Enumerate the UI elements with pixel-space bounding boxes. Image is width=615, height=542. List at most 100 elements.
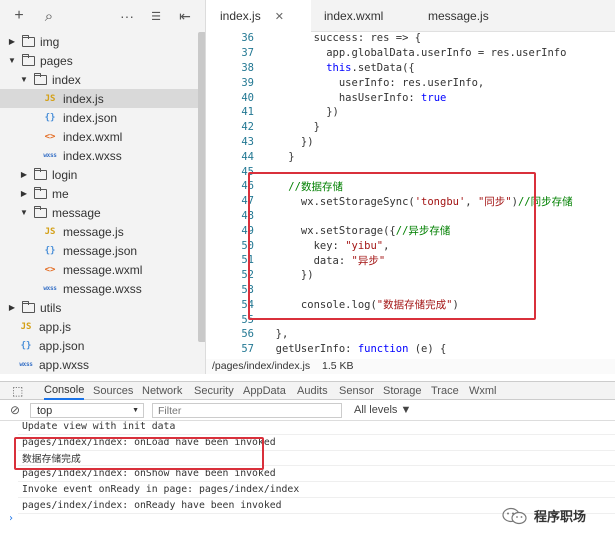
code-line: 47 wx.setStorageSync('tongbu', "同步")//同步… bbox=[206, 194, 572, 209]
line-number: 57 bbox=[241, 343, 254, 356]
tree-item-app-js[interactable]: JS app.js bbox=[0, 317, 198, 336]
devtools-tab-appdata[interactable]: AppData bbox=[243, 382, 286, 400]
code-text: success: res => { bbox=[263, 32, 421, 44]
devtools-tab-console[interactable]: Console bbox=[44, 382, 85, 400]
tree-item-utils[interactable]: ▶ utils bbox=[0, 298, 198, 317]
line-number: 46 bbox=[241, 180, 254, 193]
tree-item-index-wxml[interactable]: <> index.wxml bbox=[0, 127, 198, 146]
search-icon[interactable]: ⌕ bbox=[40, 7, 58, 25]
tree-item-img[interactable]: ▶ img bbox=[0, 32, 198, 51]
devtools-tab-sensor[interactable]: Sensor bbox=[339, 382, 374, 400]
console-filter-bar: ⊘ top ▼ All levels ▼ bbox=[0, 401, 615, 421]
file-size: 1.5 KB bbox=[322, 360, 354, 372]
line-number: 40 bbox=[241, 91, 254, 104]
tree-item-app-wxss[interactable]: wxss app.wxss bbox=[0, 355, 198, 374]
tree-item-login[interactable]: ▶ login bbox=[0, 165, 198, 184]
clear-console-icon[interactable]: ⊘ bbox=[10, 403, 20, 417]
tree-item-index-json[interactable]: {} index.json bbox=[0, 108, 198, 127]
context-select[interactable]: top ▼ bbox=[30, 403, 144, 418]
tree-item-message-js[interactable]: JS message.js bbox=[0, 222, 198, 241]
caret-right-icon[interactable]: ▶ bbox=[6, 303, 18, 312]
log-levels-select[interactable]: All levels ▼ bbox=[354, 404, 411, 416]
devtools-tab-security[interactable]: Security bbox=[194, 382, 234, 400]
code-text: hasUserInfo: true bbox=[263, 92, 447, 104]
tree-item-label: login bbox=[52, 167, 78, 182]
code-text: }) bbox=[263, 136, 314, 148]
code-token: app.globalData.userInfo = res.userInfo bbox=[263, 47, 567, 60]
console-filter-input[interactable] bbox=[152, 403, 342, 418]
tab-index-js[interactable]: index.js ✕ bbox=[206, 0, 311, 32]
add-icon[interactable]: + bbox=[10, 7, 28, 25]
tree-item-message[interactable]: ▼ message bbox=[0, 203, 198, 222]
caret-right-icon[interactable]: ▶ bbox=[18, 170, 30, 179]
tree-item-label: pages bbox=[40, 53, 73, 68]
tree-item-label: message.js bbox=[63, 224, 124, 239]
line-number: 45 bbox=[241, 165, 254, 178]
tree-item-app-json[interactable]: {} app.json bbox=[0, 336, 198, 355]
close-icon[interactable]: ✕ bbox=[275, 10, 284, 23]
code-token: }) bbox=[263, 106, 339, 119]
tree-item-me[interactable]: ▶ me bbox=[0, 184, 198, 203]
tab-label: index.wxml bbox=[324, 9, 384, 23]
tree-item-label: message bbox=[52, 205, 101, 220]
line-number: 49 bbox=[241, 224, 254, 237]
devtools-tab-network[interactable]: Network bbox=[142, 382, 182, 400]
tree-item-message-json[interactable]: {} message.json bbox=[0, 241, 198, 260]
inspect-icon[interactable]: ⬚ bbox=[12, 382, 23, 400]
code-line: 55 bbox=[206, 312, 254, 327]
devtools-tab-trace[interactable]: Trace bbox=[431, 382, 459, 400]
line-number: 50 bbox=[241, 239, 254, 252]
sidebar-scrollbar[interactable] bbox=[198, 32, 205, 342]
tree-item-label: index.wxss bbox=[63, 148, 122, 163]
code-line: 44 } bbox=[206, 149, 294, 164]
code-line: 39 userInfo: res.userInfo, bbox=[206, 75, 484, 90]
collapse-icon[interactable]: ⇤ bbox=[176, 7, 194, 25]
tree-item-index-js[interactable]: JS index.js bbox=[0, 89, 198, 108]
tree-item-message-wxml[interactable]: <> message.wxml bbox=[0, 260, 198, 279]
devtools-tab-sources[interactable]: Sources bbox=[93, 382, 133, 400]
folder-icon bbox=[34, 167, 47, 180]
folder-icon bbox=[34, 205, 47, 218]
caret-right-icon[interactable]: ▶ bbox=[6, 37, 18, 46]
devtools-tab-storage[interactable]: Storage bbox=[383, 382, 422, 400]
line-number: 55 bbox=[241, 313, 254, 326]
folder-icon bbox=[22, 300, 35, 313]
code-token: getUserInfo: bbox=[263, 343, 358, 356]
code-text: }) bbox=[263, 106, 339, 118]
tree-item-label: message.wxss bbox=[63, 281, 142, 296]
line-number: 47 bbox=[241, 195, 254, 208]
console-prompt[interactable]: › bbox=[8, 511, 14, 526]
devtools-tabs: ⬚ Console Sources Network Security AppData Au… bbox=[0, 381, 615, 400]
tab-index-wxml[interactable]: index.wxml bbox=[324, 0, 424, 32]
file-type-icon: wxss bbox=[19, 361, 33, 368]
file-type-icon: wxss bbox=[43, 152, 57, 159]
sort-icon[interactable]: ☰ bbox=[147, 7, 165, 25]
tree-item-index[interactable]: ▼ index bbox=[0, 70, 198, 89]
watermark-text: 程序职场 bbox=[534, 509, 587, 524]
code-line: 43 }) bbox=[206, 135, 313, 150]
line-number: 48 bbox=[241, 209, 254, 222]
chevron-down-icon: ▼ bbox=[132, 407, 139, 414]
tree-item-index-wxss[interactable]: wxss index.wxss bbox=[0, 146, 198, 165]
caret-right-icon[interactable]: ▶ bbox=[18, 189, 30, 198]
caret-down-icon[interactable]: ▼ bbox=[6, 56, 18, 65]
devtools-tab-audits[interactable]: Audits bbox=[297, 382, 328, 400]
line-number: 53 bbox=[241, 283, 254, 296]
code-token: .setData({ bbox=[351, 61, 415, 74]
line-number: 52 bbox=[241, 269, 254, 282]
tree-item-message-wxss[interactable]: wxss message.wxss bbox=[0, 279, 198, 298]
line-number: 54 bbox=[241, 298, 254, 311]
tree-item-label: img bbox=[40, 34, 60, 49]
console-log-entry: Update view with init data bbox=[22, 421, 176, 432]
more-icon[interactable]: ··· bbox=[118, 7, 136, 25]
caret-down-icon[interactable]: ▼ bbox=[18, 75, 30, 84]
devtools-tab-wxml[interactable]: Wxml bbox=[469, 382, 497, 400]
line-number: 44 bbox=[241, 150, 254, 163]
line-number: 39 bbox=[241, 76, 254, 89]
caret-down-icon[interactable]: ▼ bbox=[18, 208, 30, 217]
code-text: getUserInfo: function (e) { bbox=[263, 343, 447, 356]
tab-message-js[interactable]: message.js bbox=[428, 0, 528, 32]
tree-item-pages[interactable]: ▼ pages bbox=[0, 51, 198, 70]
file-type-icon: JS bbox=[44, 226, 56, 237]
